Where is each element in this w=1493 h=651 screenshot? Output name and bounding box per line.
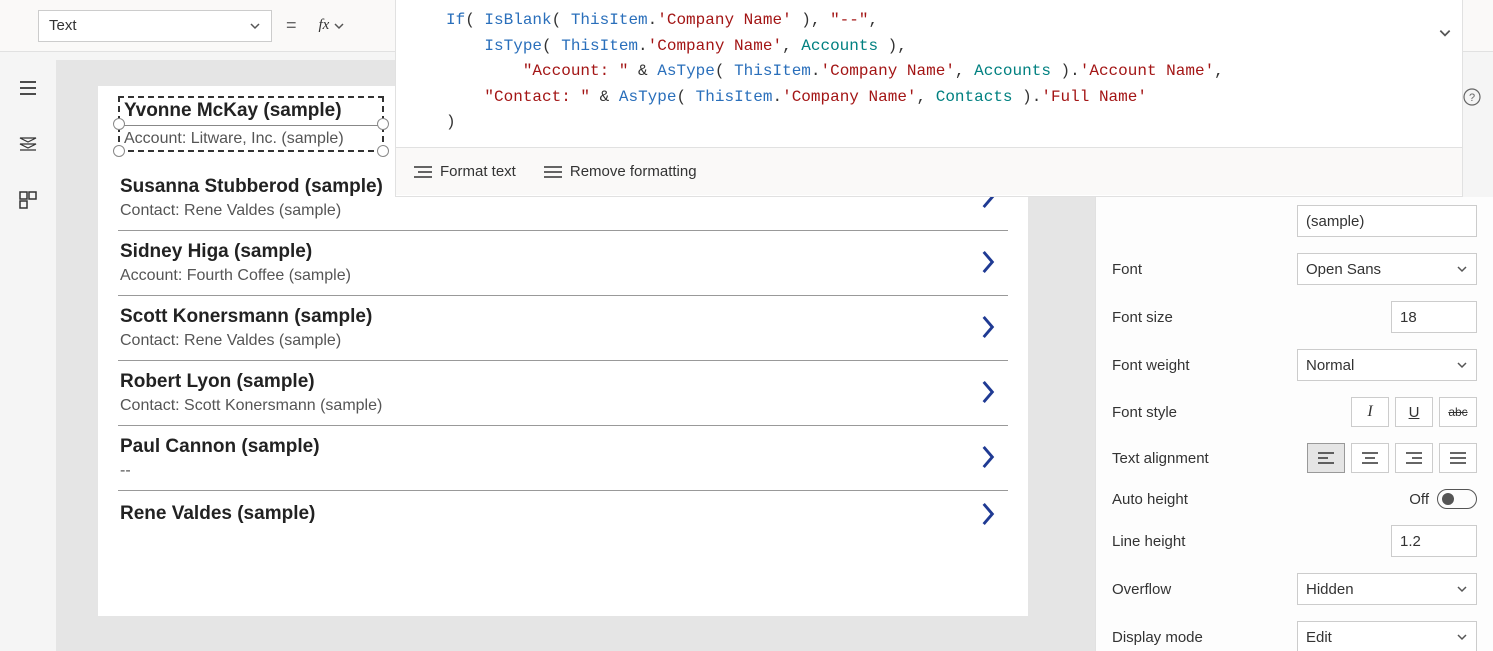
gallery-item-subtitle: -- (120, 462, 970, 480)
align-right-icon (1406, 452, 1422, 464)
prop-autoheight-row: Auto height Off (1096, 481, 1493, 517)
chevron-right-icon (978, 379, 998, 405)
selected-text-control[interactable]: Yvonne McKay (sample) Account: Litware, … (118, 96, 384, 152)
fontweight-select[interactable]: Normal (1297, 349, 1477, 381)
gallery-row[interactable]: Robert Lyon (sample) Contact: Scott Kone… (118, 361, 1008, 426)
text-value-input[interactable]: (sample) (1297, 205, 1477, 237)
align-right-button[interactable] (1395, 443, 1433, 473)
gallery-row[interactable]: Paul Cannon (sample) -- (118, 426, 1008, 491)
resize-handle-left[interactable] (113, 118, 125, 130)
chevron-down-icon (249, 20, 261, 32)
font-select[interactable]: Open Sans (1297, 253, 1477, 285)
gallery-nav-button[interactable] (970, 249, 1006, 278)
gallery-item-title: Scott Konersmann (sample) (120, 306, 970, 328)
format-text-icon (414, 165, 432, 179)
formula-expand-chevron[interactable] (1438, 26, 1452, 43)
fontsize-input[interactable]: 18 (1391, 301, 1477, 333)
overflow-label: Overflow (1112, 581, 1171, 598)
property-dropdown[interactable]: Text (38, 10, 272, 42)
fx-dropdown[interactable]: fx (311, 10, 354, 42)
resize-handle-br[interactable] (377, 145, 389, 157)
fontstyle-label: Font style (1112, 404, 1177, 421)
gallery-nav-button[interactable] (970, 314, 1006, 343)
fx-label: fx (319, 17, 330, 34)
chevron-right-icon (978, 444, 998, 470)
align-center-button[interactable] (1351, 443, 1389, 473)
prop-fontweight-row: Font weight Normal (1096, 341, 1493, 389)
underline-button[interactable]: U (1395, 397, 1433, 427)
prop-lineheight-row: Line height 1.2 (1096, 517, 1493, 565)
equals-sign: = (286, 15, 297, 36)
displaymode-label: Display mode (1112, 629, 1203, 646)
gallery-nav-button[interactable] (970, 501, 1006, 530)
left-rail (0, 60, 56, 210)
gallery-row[interactable]: Scott Konersmann (sample) Contact: Rene … (118, 296, 1008, 361)
prop-font-row: Font Open Sans (1096, 245, 1493, 293)
svg-text:?: ? (1469, 92, 1475, 104)
gallery-nav-button[interactable] (970, 444, 1006, 473)
gallery-item-subtitle: Account: Litware, Inc. (sample) (124, 130, 378, 148)
gallery-item-title: Paul Cannon (sample) (120, 436, 970, 458)
remove-formatting-button[interactable]: Remove formatting (544, 163, 697, 180)
chevron-right-icon (978, 501, 998, 527)
gallery-item-title: Robert Lyon (sample) (120, 371, 970, 393)
chevron-down-icon (1456, 631, 1468, 643)
prop-text-row: (sample) (1096, 197, 1493, 245)
property-dropdown-value: Text (49, 17, 77, 34)
format-text-button[interactable]: Format text (414, 163, 516, 180)
help-icon[interactable]: ? (1463, 88, 1481, 109)
align-left-icon (1318, 452, 1334, 464)
gallery-item-subtitle: Contact: Scott Konersmann (sample) (120, 397, 970, 415)
autoheight-value: Off (1409, 491, 1429, 508)
remove-formatting-icon (544, 165, 562, 179)
resize-handle-bl[interactable] (113, 145, 125, 157)
components-icon[interactable] (18, 190, 38, 210)
gallery-row[interactable]: Rene Valdes (sample) (118, 491, 1008, 540)
prop-align-row: Text alignment (1096, 435, 1493, 481)
gallery-item-subtitle: Account: Fourth Coffee (sample) (120, 267, 970, 285)
gallery-row[interactable]: Sidney Higa (sample) Account: Fourth Cof… (118, 231, 1008, 296)
autoheight-label: Auto height (1112, 491, 1188, 508)
chevron-down-icon (1456, 359, 1468, 371)
lineheight-label: Line height (1112, 533, 1185, 550)
font-label: Font (1112, 261, 1142, 278)
displaymode-select[interactable]: Edit (1297, 621, 1477, 651)
chevron-down-icon (333, 20, 345, 32)
resize-handle-right[interactable] (377, 118, 389, 130)
fontweight-label: Font weight (1112, 357, 1190, 374)
properties-panel: (sample) Font Open Sans Font size 18 Fon… (1095, 197, 1493, 651)
gallery-item-title: Sidney Higa (sample) (120, 241, 970, 263)
gallery[interactable]: Susanna Stubberod (sample) Contact: Rene… (98, 160, 1028, 546)
prop-overflow-row: Overflow Hidden (1096, 565, 1493, 613)
gallery-item-subtitle: Contact: Rene Valdes (sample) (120, 202, 970, 220)
strikethrough-button[interactable]: abc (1439, 397, 1477, 427)
fontsize-label: Font size (1112, 309, 1173, 326)
gallery-item-subtitle: Contact: Rene Valdes (sample) (120, 332, 970, 350)
chevron-right-icon (978, 314, 998, 340)
align-left-button[interactable] (1307, 443, 1345, 473)
gallery-item-title: Rene Valdes (sample) (120, 503, 970, 525)
align-center-icon (1362, 452, 1378, 464)
align-label: Text alignment (1112, 450, 1209, 467)
gallery-nav-button[interactable] (970, 379, 1006, 408)
chevron-down-icon (1456, 263, 1468, 275)
prop-fontstyle-row: Font style I U abc (1096, 389, 1493, 435)
autoheight-toggle[interactable] (1437, 489, 1477, 509)
chevron-down-icon (1456, 583, 1468, 595)
tree-view-icon[interactable] (18, 134, 38, 154)
chevron-right-icon (978, 249, 998, 275)
lineheight-input[interactable]: 1.2 (1391, 525, 1477, 557)
formula-editor[interactable]: If( IsBlank( ThisItem.'Company Name' ), … (395, 0, 1463, 197)
prop-displaymode-row: Display mode Edit (1096, 613, 1493, 651)
align-justify-icon (1450, 452, 1466, 464)
italic-button[interactable]: I (1351, 397, 1389, 427)
formula-code[interactable]: If( IsBlank( ThisItem.'Company Name' ), … (396, 0, 1462, 147)
overflow-select[interactable]: Hidden (1297, 573, 1477, 605)
gallery-item-title: Yvonne McKay (sample) (124, 100, 378, 126)
hamburger-icon[interactable] (18, 78, 38, 98)
formula-toolbar: Format text Remove formatting (396, 147, 1462, 195)
prop-fontsize-row: Font size 18 (1096, 293, 1493, 341)
align-justify-button[interactable] (1439, 443, 1477, 473)
